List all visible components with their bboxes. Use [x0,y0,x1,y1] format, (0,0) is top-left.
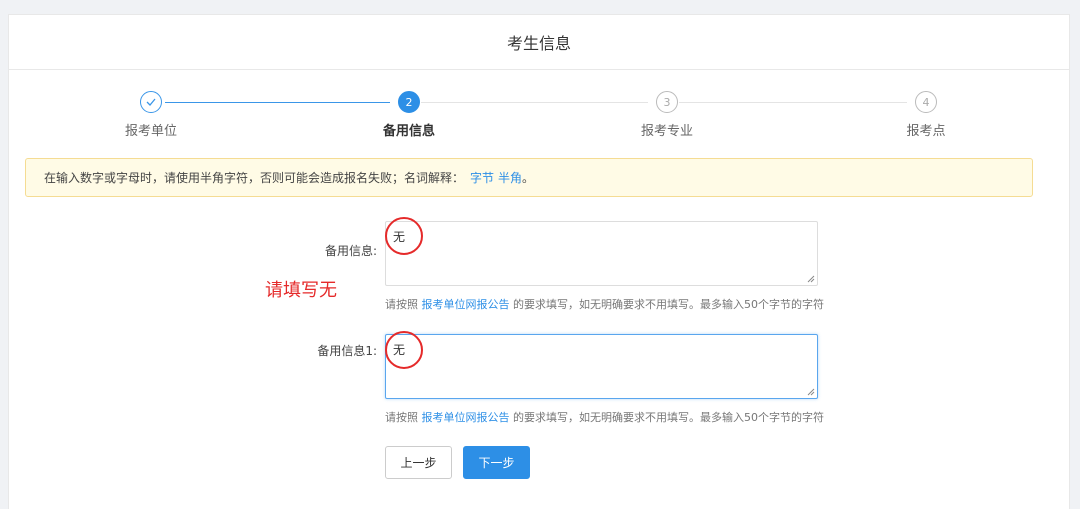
step-3[interactable]: 3 报考专业 [607,91,727,139]
step-4-label: 报考点 [906,124,946,139]
red-circle-annotation-2 [385,331,423,369]
alert-suffix: 。 [522,171,535,185]
step-2-label: 备用信息 [382,124,435,139]
step-2-number: 2 [398,91,420,113]
step-1[interactable]: 报考单位 [91,91,211,139]
prev-step-button[interactable]: 上一步 [385,446,452,479]
backup-info1-textarea[interactable]: 无 [385,334,818,399]
red-circle-annotation-1 [385,217,423,255]
step-4-number: 4 [915,91,937,113]
alert-text: 在输入数字或字母时，请使用半角字符，否则可能会造成报名失败；名词解释： [44,171,465,185]
field2-hint-prefix: 请按照 [385,411,418,424]
field2-hint: 请按照 报考单位网报公告 的要求填写，如无明确要求不用填写。最多输入50个字节的… [385,409,824,425]
field2-label: 备用信息1: [317,344,377,358]
half-width-link[interactable]: 半角 [498,169,522,186]
step-1-label: 报考单位 [124,124,177,139]
step-3-number: 3 [656,91,678,113]
field1-hint-prefix: 请按照 [385,298,418,311]
backup-info-textarea[interactable]: 无 [385,221,818,286]
resize-handle-icon[interactable] [807,275,815,283]
field1-label: 备用信息: [324,244,377,258]
field2-announcement-link[interactable]: 报考单位网报公告 [422,411,510,424]
resize-handle-icon[interactable] [807,388,815,396]
field1-hint: 请按照 报考单位网报公告 的要求填写，如无明确要求不用填写。最多输入50个字节的… [385,296,824,312]
step-4[interactable]: 4 报考点 [866,91,986,139]
field2-hint-suffix: 的要求填写，如无明确要求不用填写。最多输入50个字节的字符 [513,411,824,424]
byte-link[interactable]: 字节 [470,169,494,186]
card-header: 考生信息 [9,15,1069,70]
next-step-button[interactable]: 下一步 [463,446,530,479]
field1-hint-suffix: 的要求填写，如无明确要求不用填写。最多输入50个字节的字符 [513,298,824,311]
field1-announcement-link[interactable]: 报考单位网报公告 [422,298,510,311]
step-2[interactable]: 2 备用信息 [349,91,469,139]
red-annotation-text: 请填写无 [265,280,337,301]
progress-steps: 报考单位 2 备用信息 3 报考专业 4 报考点 [0,91,1080,151]
check-icon [140,91,162,113]
page-title: 考生信息 [506,34,571,53]
step-3-label: 报考专业 [640,124,693,139]
warning-alert: 在输入数字或字母时，请使用半角字符，否则可能会造成报名失败；名词解释： 字节 半… [25,158,1033,197]
